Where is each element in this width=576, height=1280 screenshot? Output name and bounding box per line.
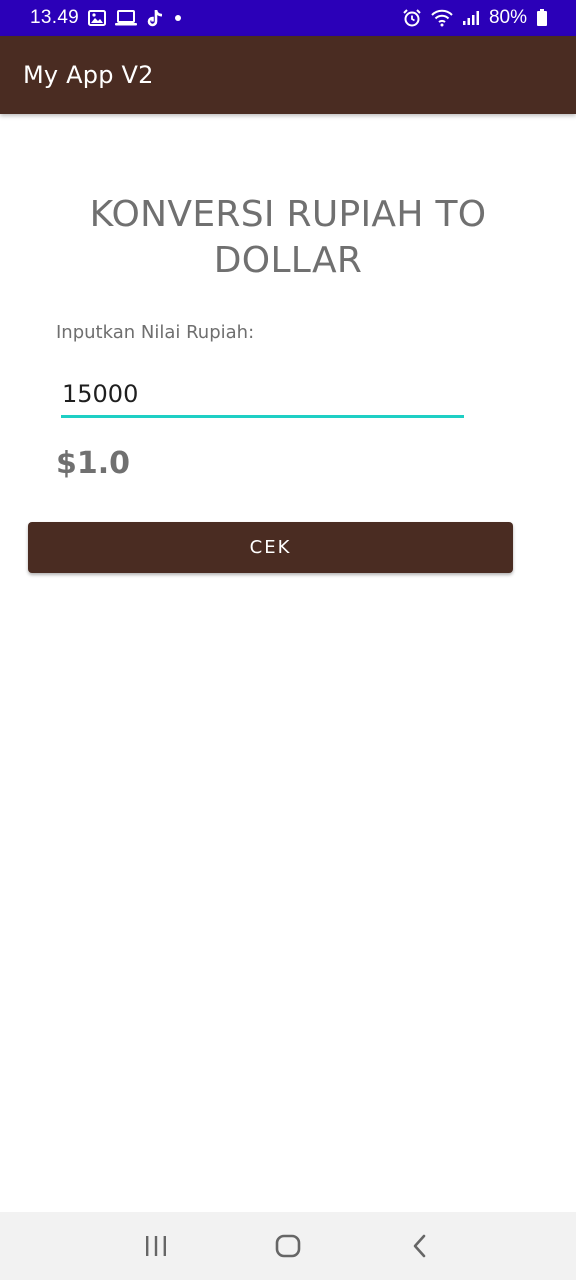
status-time: 13.49 — [30, 7, 80, 28]
wifi-icon — [431, 9, 453, 27]
image-icon — [88, 10, 107, 26]
rupiah-input-container — [61, 368, 464, 418]
battery-icon — [536, 9, 548, 27]
status-left: 13.49 — [30, 7, 183, 29]
status-bar: 13.49 80% — [0, 0, 576, 36]
rupiah-input[interactable] — [61, 368, 464, 415]
app-bar: My App V2 — [0, 36, 576, 114]
tiktok-icon — [146, 9, 164, 28]
navigation-bar — [0, 1212, 576, 1280]
signal-icon — [462, 10, 480, 26]
rupiah-input-label: Inputkan Nilai Rupiah: — [56, 322, 255, 343]
cek-button[interactable]: CEK — [28, 522, 513, 573]
dollar-result: $1.0 — [56, 446, 131, 481]
dot-icon — [173, 13, 183, 23]
app-title: My App V2 — [23, 61, 154, 89]
recent-apps-icon[interactable] — [126, 1216, 186, 1276]
back-icon[interactable] — [390, 1216, 450, 1276]
home-icon[interactable] — [258, 1216, 318, 1276]
alarm-icon — [402, 8, 422, 28]
screen: 13.49 80% My App V2 KONVERSI RUPIAH TO D… — [0, 0, 576, 1280]
laptop-icon — [115, 10, 138, 26]
battery-percentage: 80% — [488, 7, 527, 28]
status-right: 80% — [402, 7, 548, 29]
page-heading: KONVERSI RUPIAH TO DOLLAR — [89, 194, 487, 281]
